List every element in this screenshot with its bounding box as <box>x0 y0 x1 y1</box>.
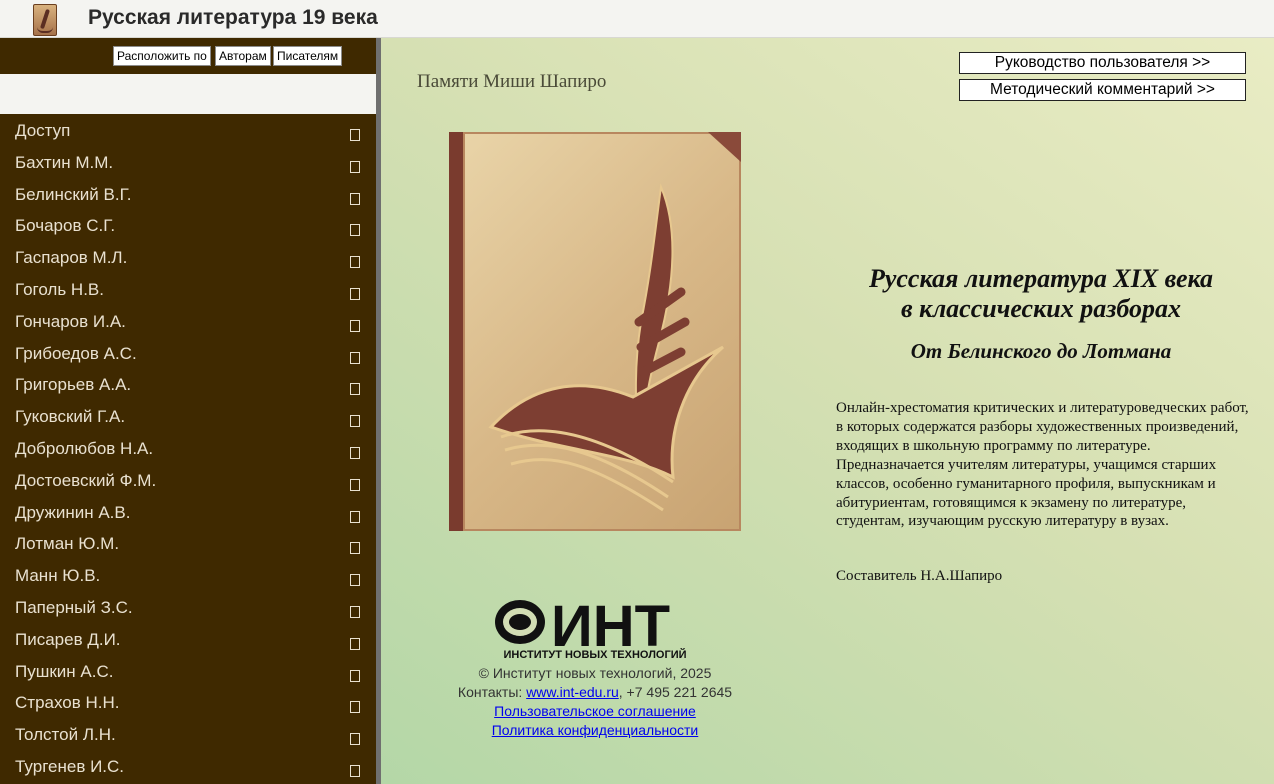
author-item[interactable]: Гаспаров М.Л. <box>0 244 376 276</box>
expand-box-icon[interactable] <box>350 764 360 777</box>
author-name: Писарев Д.И. <box>15 629 121 649</box>
author-name: Дружинин А.В. <box>15 502 131 522</box>
author-name: Гуковский Г.А. <box>15 407 126 427</box>
expand-box-icon[interactable] <box>350 160 360 173</box>
sidebar-search-strip[interactable] <box>0 74 376 114</box>
author-item[interactable]: Белинский В.Г. <box>0 181 376 213</box>
author-item[interactable]: Гуковский Г.А. <box>0 403 376 435</box>
expand-box-icon[interactable] <box>350 129 360 141</box>
author-name: Пушкин А.С. <box>15 661 114 681</box>
expand-box-icon[interactable] <box>350 192 360 205</box>
user-agreement-link-row: Пользовательское соглашение <box>381 703 809 719</box>
site-link[interactable]: www.int-edu.ru <box>526 684 619 700</box>
author-item[interactable]: Толстой Л.Н. <box>0 721 376 753</box>
author-name: Григорьев А.А. <box>15 375 132 395</box>
title-bar: Русская литература 19 века <box>0 0 1274 38</box>
sort-by-writers-button[interactable]: Писателям <box>273 46 343 66</box>
book-title-line-1: Русская литература XIX века <box>868 264 1214 293</box>
app-title: Русская литература 19 века <box>88 6 378 29</box>
book-title: Русская литература XIX века в классическ… <box>827 264 1255 324</box>
author-item[interactable]: Манн Ю.В. <box>0 562 376 594</box>
author-item[interactable]: Пушкин А.С. <box>0 658 376 690</box>
author-name: Белинский В.Г. <box>15 184 132 204</box>
author-item[interactable]: Грибоедов А.С. <box>0 340 376 372</box>
author-name: Бахтин М.М. <box>15 152 114 172</box>
author-name: Тургенев И.С. <box>15 756 125 776</box>
author-list: Доступ Бахтин М.М. Белинский В.Г. Бочаров С… <box>0 117 376 784</box>
author-item[interactable]: Доступ <box>0 117 376 149</box>
author-item[interactable]: Бочаров С.Г. <box>0 212 376 244</box>
copyright: © Институт новых технологий, 2025 <box>478 665 712 681</box>
author-name: Грибоедов А.С. <box>15 343 137 363</box>
quill-and-book-icon <box>488 132 741 512</box>
expand-box-icon[interactable] <box>350 446 360 459</box>
compiler-credit: Составитель Н.А.Шапиро <box>836 568 1003 584</box>
int-logo: ИНТ ИНСТИТУТ НОВЫХ ТЕХНОЛОГИЙ <box>495 596 687 660</box>
sort-controls: Расположить по Авторам Писателям <box>0 38 376 74</box>
book-cover-image <box>449 132 741 531</box>
author-name: Добролюбов Н.А. <box>15 438 154 458</box>
author-name: Гоголь Н.В. <box>15 279 104 299</box>
author-name: Гаспаров М.Л. <box>15 248 128 268</box>
quill-book-icon <box>33 4 57 36</box>
author-item[interactable]: Страхов Н.Н. <box>0 689 376 721</box>
author-name: Страхов Н.Н. <box>15 693 120 713</box>
author-item[interactable]: Гоголь Н.В. <box>0 276 376 308</box>
expand-box-icon[interactable] <box>350 733 360 746</box>
author-name: Толстой Л.Н. <box>15 725 116 745</box>
expand-box-icon[interactable] <box>350 605 360 618</box>
sidebar: Расположить по Авторам Писателям Доступ Б… <box>0 38 376 784</box>
int-logo-caption: ИНСТИТУТ НОВЫХ ТЕХНОЛОГИЙ <box>503 648 686 660</box>
author-item[interactable]: Лотман Ю.М. <box>0 530 376 562</box>
expand-box-icon[interactable] <box>350 319 360 332</box>
dedication: Памяти Миши Шапиро <box>417 71 607 92</box>
expand-box-icon[interactable] <box>350 510 360 523</box>
author-item[interactable]: Паперный З.С. <box>0 594 376 626</box>
phone-number: , +7 495 221 2645 <box>618 684 733 700</box>
author-item[interactable]: Писарев Д.И. <box>0 626 376 658</box>
sort-by-authors-button[interactable]: Авторам <box>215 46 271 66</box>
expand-box-icon[interactable] <box>350 287 360 300</box>
book-title-line-2: в классических разборах <box>901 294 1181 323</box>
author-item[interactable]: Гончаров И.А. <box>0 308 376 340</box>
contacts: Контакты: www.int-edu.ru, +7 495 221 264… <box>381 684 809 700</box>
author-item[interactable]: Дружинин А.В. <box>0 499 376 531</box>
author-name: Паперный З.С. <box>15 597 133 617</box>
contacts-label: Контакты: <box>457 684 523 700</box>
expand-box-icon[interactable] <box>350 383 360 396</box>
expand-box-icon[interactable] <box>350 701 360 714</box>
author-item[interactable]: Достоевский Ф.М. <box>0 467 376 499</box>
expand-box-icon[interactable] <box>350 224 360 237</box>
methodical-comment-button[interactable]: Методический комментарий >> <box>959 79 1246 101</box>
expand-box-icon[interactable] <box>350 415 360 428</box>
author-item[interactable]: Григорьев А.А. <box>0 371 376 403</box>
expand-box-icon[interactable] <box>350 351 360 364</box>
expand-box-icon[interactable] <box>350 256 360 269</box>
sort-by-label-button[interactable]: Расположить по <box>113 46 211 66</box>
expand-box-icon[interactable] <box>350 637 360 650</box>
author-item[interactable]: Тургенев И.С. <box>0 753 376 784</box>
privacy-policy-link[interactable]: Политика конфиденциальности <box>492 722 699 738</box>
author-name: Лотман Ю.М. <box>15 534 120 554</box>
author-name: Манн Ю.В. <box>15 566 101 586</box>
author-name: Гончаров И.А. <box>15 311 126 331</box>
book-description: Онлайн-хрестоматия критических и литерат… <box>836 400 1249 530</box>
author-name: Доступ <box>15 121 71 140</box>
author-item[interactable]: Бахтин М.М. <box>0 149 376 181</box>
user-guide-button[interactable]: Руководство пользователя >> <box>959 52 1246 74</box>
privacy-policy-link-row: Политика конфиденциальности <box>381 722 809 738</box>
expand-box-icon[interactable] <box>350 574 360 587</box>
author-name: Бочаров С.Г. <box>15 216 116 236</box>
expand-box-icon[interactable] <box>350 542 360 555</box>
expand-box-icon[interactable] <box>350 478 360 491</box>
author-item[interactable]: Добролюбов Н.А. <box>0 435 376 467</box>
book-subtitle: От Белинского до Лотмана <box>910 339 1172 363</box>
user-agreement-link[interactable]: Пользовательское соглашение <box>494 703 696 719</box>
main-content: Памяти Миши Шапиро Руководство пользоват… <box>381 38 1274 784</box>
expand-box-icon[interactable] <box>350 669 360 682</box>
author-name: Достоевский Ф.М. <box>15 470 157 490</box>
